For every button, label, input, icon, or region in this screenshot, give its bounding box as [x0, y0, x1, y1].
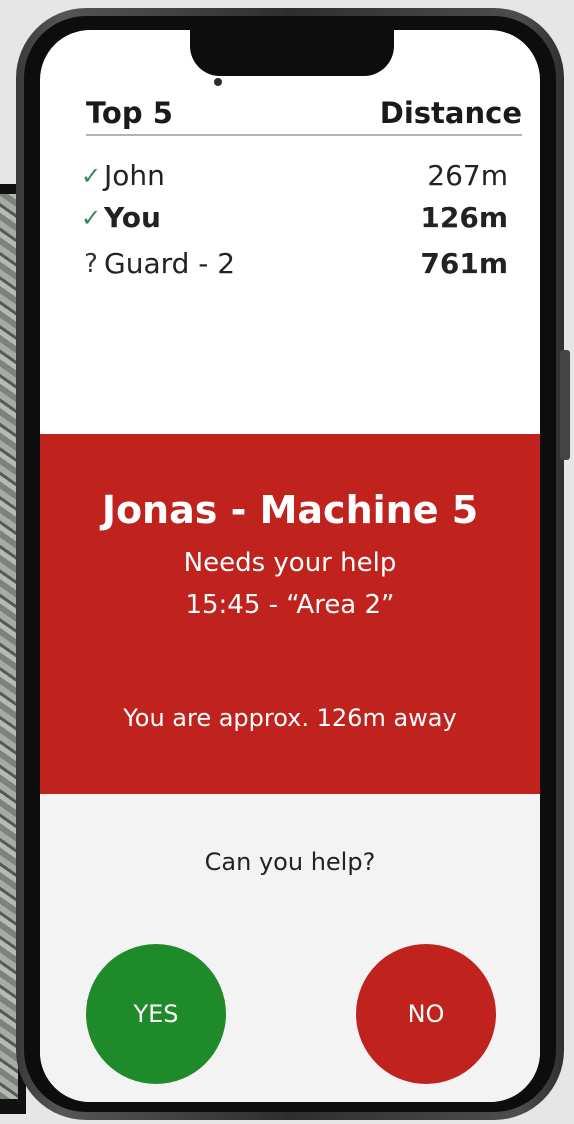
check-icon: ✓	[80, 162, 102, 190]
notch	[190, 30, 394, 76]
yes-button[interactable]: YES	[86, 944, 226, 1084]
alert-time-area: 15:45 - “Area 2”	[185, 590, 395, 620]
leaderboard-title: Top 5	[86, 96, 173, 130]
help-question: Can you help?	[204, 848, 376, 876]
response-panel: Can you help? YES NO	[40, 794, 540, 1102]
row-name: John	[104, 159, 165, 192]
phone-screen: Top 5 Distance ✓ John 267m ✓ You 126m ? …	[40, 30, 540, 1102]
help-request-banner: Jonas - Machine 5 Needs your help 15:45 …	[40, 434, 540, 794]
leaderboard-header: Top 5 Distance	[86, 94, 522, 136]
row-distance: 267m	[427, 159, 508, 192]
alert-title: Jonas - Machine 5	[101, 488, 479, 532]
alert-distance-note: You are approx. 126m away	[123, 704, 457, 732]
phone-side-button	[560, 350, 570, 460]
question-icon: ?	[84, 249, 98, 279]
row-distance: 761m	[420, 247, 508, 280]
row-distance: 126m	[420, 201, 508, 234]
row-name: You	[104, 201, 161, 234]
alert-message: Needs your help	[183, 548, 397, 578]
check-icon: ✓	[80, 204, 102, 232]
leaderboard-row: ? Guard - 2 761m	[80, 244, 508, 284]
leaderboard-row: ✓ You 126m	[80, 198, 508, 238]
row-name: Guard - 2	[104, 247, 236, 280]
distance-column-header: Distance	[379, 96, 522, 130]
leaderboard-row: ✓ John 267m	[80, 156, 508, 196]
no-button[interactable]: NO	[356, 944, 496, 1084]
camera-icon	[214, 78, 222, 86]
page: Top 5 Distance ✓ John 267m ✓ You 126m ? …	[0, 0, 574, 1124]
